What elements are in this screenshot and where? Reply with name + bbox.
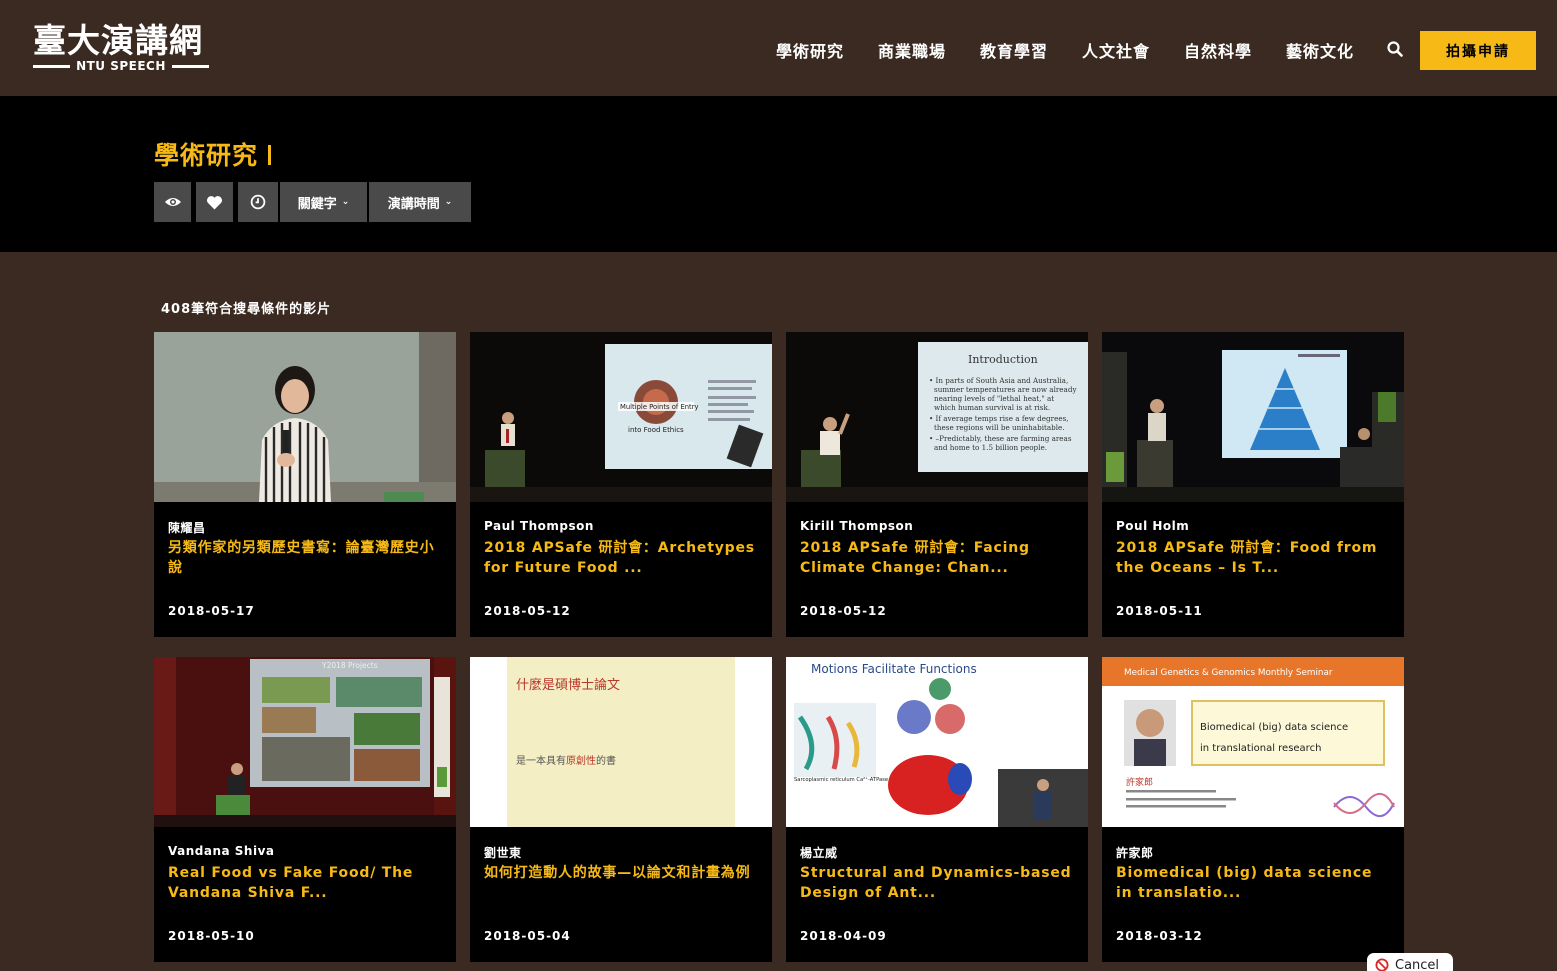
- page-title: 學術研究: [154, 136, 272, 172]
- slide-heading: Introduction: [968, 353, 1038, 366]
- video-thumbnail[interactable]: 什麼是碩博士論文 是一本具有原創性的書: [470, 657, 772, 827]
- speaker-name: Poul Holm: [1116, 519, 1190, 533]
- video-date: 2018-04-09: [800, 929, 887, 943]
- video-card[interactable]: Medical Genetics & Genomics Monthly Semi…: [1102, 657, 1404, 962]
- video-title[interactable]: 另類作家的另類歷史書寫：論臺灣歷史小說: [168, 538, 444, 578]
- slide-text: nearing levels of "lethal heat," at: [934, 394, 1054, 403]
- slide-text-part: 是一本具有: [516, 754, 566, 767]
- slide-text: Multiple Points of Entry: [620, 403, 699, 411]
- video-date: 2018-05-11: [1116, 604, 1203, 618]
- keyword-dropdown[interactable]: 關鍵字 ⌄: [280, 182, 367, 222]
- slide-text: Biomedical (big) data science: [1200, 722, 1348, 733]
- speech-time-dropdown[interactable]: 演講時間 ⌄: [369, 182, 471, 222]
- speaker-name: Kirill Thompson: [800, 519, 914, 533]
- slide-text: summer temperatures are now already: [934, 385, 1077, 394]
- video-date: 2018-05-17: [168, 604, 255, 618]
- top-navigation-bar: 臺大演講網 NTU SPEECH 學術研究 商業職場 教育學習 人文社會 自然科…: [0, 0, 1557, 96]
- logo-english-row: NTU SPEECH: [33, 59, 209, 73]
- speaker-name: 許家郎: [1116, 846, 1154, 860]
- video-title[interactable]: 2018 APSafe 研討會：Food from the Oceans – I…: [1116, 538, 1392, 578]
- slide-text-emphasis: 原創性: [566, 754, 596, 767]
- logo-english-text: NTU SPEECH: [76, 59, 166, 73]
- video-title[interactable]: 如何打造動人的故事—以論文和計畫為例: [484, 863, 760, 883]
- heart-icon: [206, 195, 223, 209]
- slide-text: • In parts of South Asia and Australia,: [929, 376, 1068, 385]
- chevron-down-icon: ⌄: [341, 197, 350, 207]
- slide-heading: 什麼是碩博士論文: [516, 677, 620, 693]
- video-card[interactable]: Motions Facilitate Functions Sarcoplasmi…: [786, 657, 1088, 962]
- video-card[interactable]: 陳耀昌 另類作家的另類歷史書寫：論臺灣歷史小說 2018-05-17: [154, 332, 456, 637]
- video-date: 2018-05-12: [800, 604, 887, 618]
- slide-text: 是一本具有原創性的書: [516, 754, 616, 767]
- speaker-name: 劉世東: [484, 846, 522, 860]
- video-thumbnail[interactable]: [154, 332, 456, 502]
- cancel-button[interactable]: Cancel: [1367, 953, 1453, 971]
- page-title-text: 學術研究: [154, 141, 259, 170]
- video-title[interactable]: Real Food vs Fake Food/ The Vandana Shiv…: [168, 863, 444, 903]
- eye-icon: [164, 198, 181, 206]
- logo-chinese-text: 臺大演講網: [33, 21, 203, 60]
- title-cursor-bar: [268, 145, 272, 165]
- logo-rule-right: [171, 64, 209, 68]
- filming-application-button[interactable]: 拍攝申請: [1420, 31, 1536, 70]
- video-date: 2018-03-12: [1116, 929, 1203, 943]
- slide-text: • –Predictably, these are farming areas: [929, 434, 1072, 443]
- chevron-down-icon: ⌄: [444, 197, 453, 207]
- video-thumbnail[interactable]: Medical Genetics & Genomics Monthly Semi…: [1102, 657, 1404, 827]
- nav-academic-research[interactable]: 學術研究: [776, 38, 844, 62]
- logo-rule-left: [33, 64, 71, 68]
- video-thumbnail[interactable]: [1102, 332, 1404, 502]
- video-title[interactable]: Biomedical (big) data science in transla…: [1116, 863, 1392, 903]
- slide-text: • If average temps rise a few degrees,: [929, 414, 1069, 423]
- nav-natural-science[interactable]: 自然科學: [1184, 38, 1252, 62]
- speaker-name: 陳耀昌: [168, 521, 206, 535]
- video-title[interactable]: 2018 APSafe 研討會：Archetypes for Future Fo…: [484, 538, 760, 578]
- video-card[interactable]: 什麼是碩博士論文 是一本具有原創性的書 劉世東 如何打造動人的故事—以論文和計畫…: [470, 657, 772, 962]
- result-count: 408筆符合搜尋條件的影片: [161, 302, 332, 317]
- slide-text: Sarcoplasmic reticulum Ca²⁺-ATPase: [794, 777, 888, 783]
- category-banner: 學術研究 關鍵字 ⌄ 演講時間 ⌄: [0, 96, 1557, 252]
- sort-by-likes-button[interactable]: [196, 182, 233, 222]
- search-icon[interactable]: [1386, 40, 1404, 58]
- video-title[interactable]: 2018 APSafe 研討會：Facing Climate Change: C…: [800, 538, 1076, 578]
- speaker-name: 楊立威: [800, 846, 838, 860]
- sort-by-views-button[interactable]: [154, 182, 191, 222]
- video-card[interactable]: Introduction • In parts of South Asia an…: [786, 332, 1088, 637]
- slide-banner: Medical Genetics & Genomics Monthly Semi…: [1124, 668, 1333, 678]
- cancel-label: Cancel: [1395, 957, 1440, 971]
- video-date: 2018-05-04: [484, 929, 571, 943]
- speaker-name: Paul Thompson: [484, 519, 594, 533]
- slide-text: in translational research: [1200, 743, 1321, 754]
- sort-by-time-button[interactable]: [238, 182, 278, 222]
- slide-speaker: 許家郎: [1126, 776, 1153, 788]
- clock-icon: [250, 194, 266, 210]
- speaker-name: Vandana Shiva: [168, 844, 275, 858]
- slide-text: into Food Ethics: [628, 426, 684, 434]
- video-thumbnail[interactable]: Multiple Points of Entry into Food Ethic…: [470, 332, 772, 502]
- slide-text: which human survival is at risk.: [934, 403, 1050, 412]
- slide-text-part: 的書: [596, 754, 616, 767]
- video-thumbnail[interactable]: Introduction • In parts of South Asia an…: [786, 332, 1088, 502]
- keyword-dropdown-label: 關鍵字: [297, 196, 337, 212]
- slide-text: these regions will be uninhabitable.: [934, 423, 1065, 432]
- site-logo[interactable]: 臺大演講網 NTU SPEECH: [33, 24, 209, 74]
- slide-heading: Y2018 Projects: [321, 661, 378, 670]
- video-card[interactable]: Poul Holm 2018 APSafe 研討會：Food from the …: [1102, 332, 1404, 637]
- video-thumbnail[interactable]: Motions Facilitate Functions Sarcoplasmi…: [786, 657, 1088, 827]
- speech-time-dropdown-label: 演講時間: [387, 196, 440, 212]
- nav-humanities-society[interactable]: 人文社會: [1082, 38, 1150, 62]
- video-card[interactable]: Y2018 Projects Vandana Shiva Real Food v…: [154, 657, 456, 962]
- video-card[interactable]: Multiple Points of Entry into Food Ethic…: [470, 332, 772, 637]
- video-date: 2018-05-12: [484, 604, 571, 618]
- video-thumbnail[interactable]: Y2018 Projects: [154, 657, 456, 827]
- slide-text: and home to 1.5 billion people.: [934, 443, 1047, 452]
- video-date: 2018-05-10: [168, 929, 255, 943]
- video-title[interactable]: Structural and Dynamics-based Design of …: [800, 863, 1076, 903]
- nav-arts-culture[interactable]: 藝術文化: [1286, 38, 1354, 62]
- cancel-icon: [1375, 958, 1389, 971]
- nav-education-learning[interactable]: 教育學習: [980, 38, 1048, 62]
- slide-heading: Motions Facilitate Functions: [811, 662, 977, 676]
- nav-business-career[interactable]: 商業職場: [878, 38, 946, 62]
